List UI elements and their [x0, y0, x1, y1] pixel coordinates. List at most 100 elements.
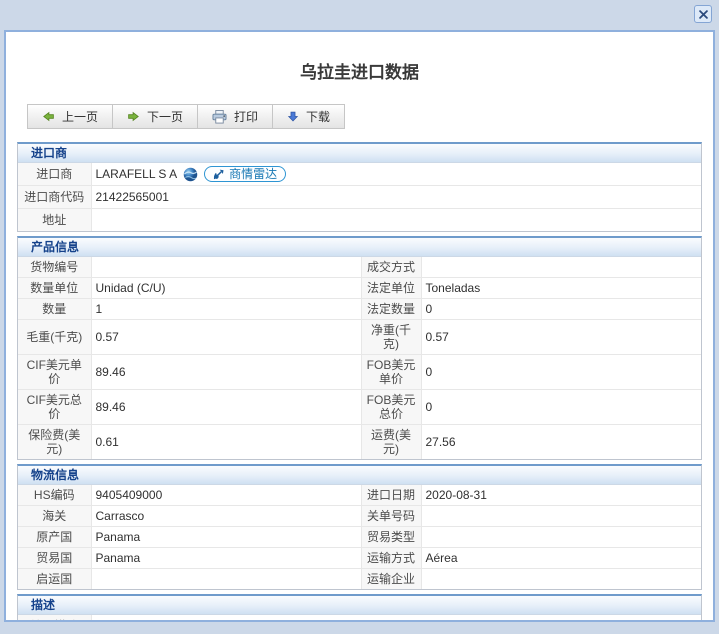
section-title-product-info: 产品信息	[18, 238, 701, 257]
field-value: 27.56	[421, 425, 701, 460]
field-value: 0	[421, 390, 701, 425]
table-row: 地址	[18, 209, 701, 232]
field-label: 运费(美元)	[361, 425, 421, 460]
field-label: 进口日期	[361, 485, 421, 506]
field-value: 1	[91, 299, 361, 320]
field-label: 启运国	[18, 569, 91, 590]
download-button[interactable]: 下载	[272, 104, 345, 129]
field-label: 净重(千克)	[361, 320, 421, 355]
table-row: 进口商代码 21422565001	[18, 186, 701, 209]
page-title: 乌拉圭进口数据	[6, 58, 713, 78]
window-titlebar	[0, 0, 719, 30]
field-label: 成交方式	[361, 257, 421, 278]
close-icon	[699, 10, 708, 19]
field-value	[91, 615, 701, 622]
table-row: 进口商 LARAFELL S A 商情雷达	[18, 163, 701, 186]
table-row: 原产国Panama贸易类型	[18, 527, 701, 548]
arrow-right-icon	[127, 110, 140, 123]
field-label: CIF美元单价	[18, 355, 91, 390]
table-row: CIF美元总价89.46FOB美元总价0	[18, 390, 701, 425]
field-value: LARAFELL S A 商情雷达	[91, 163, 701, 186]
field-value: 0.61	[91, 425, 361, 460]
field-value: 89.46	[91, 355, 361, 390]
field-label: 编码描述	[18, 615, 91, 622]
print-button[interactable]: 打印	[197, 104, 273, 129]
section-description: 描述编码描述 产品描述TIRAS LED	[17, 594, 702, 622]
table-row: 海关Carrasco关单号码	[18, 506, 701, 527]
field-value: 0	[421, 299, 701, 320]
field-label: 法定单位	[361, 278, 421, 299]
dialog-panel: 乌拉圭进口数据 上一页 下一页 打印	[4, 30, 715, 622]
field-label: 进口商	[18, 163, 91, 186]
field-value-text: LARAFELL S A	[96, 167, 178, 181]
table-row: 货物编号 成交方式	[18, 257, 701, 278]
field-value	[421, 506, 701, 527]
field-value: 9405409000	[91, 485, 361, 506]
business-radar-badge[interactable]: 商情雷达	[204, 166, 286, 182]
prev-page-button[interactable]: 上一页	[27, 104, 113, 129]
field-value: 2020-08-31	[421, 485, 701, 506]
table-row: 毛重(千克)0.57净重(千克)0.57	[18, 320, 701, 355]
field-value	[421, 527, 701, 548]
field-label: 关单号码	[361, 506, 421, 527]
field-label: 运输企业	[361, 569, 421, 590]
print-label: 打印	[234, 108, 258, 125]
field-value-text	[96, 619, 99, 622]
field-label: 海关	[18, 506, 91, 527]
field-value: 0	[421, 355, 701, 390]
download-label: 下载	[306, 108, 330, 125]
field-label: FOB美元单价	[361, 355, 421, 390]
field-label: 保险费(美元)	[18, 425, 91, 460]
field-value: 0.57	[421, 320, 701, 355]
field-label: 货物编号	[18, 257, 91, 278]
section-logistics-info: 物流信息HS编码9405409000进口日期2020-08-31海关Carras…	[17, 464, 702, 590]
sections-container: 进口商进口商 LARAFELL S A 商情雷达进口商代码 21422565001 地址…	[17, 142, 702, 622]
badge-label: 商情雷达	[229, 167, 277, 181]
field-label: 数量	[18, 299, 91, 320]
table-row: HS编码9405409000进口日期2020-08-31	[18, 485, 701, 506]
arrow-down-icon	[287, 110, 299, 123]
field-label: 法定数量	[361, 299, 421, 320]
section-importer: 进口商进口商 LARAFELL S A 商情雷达进口商代码 21422565001 地址	[17, 142, 702, 232]
next-page-button[interactable]: 下一页	[112, 104, 198, 129]
field-label: HS编码	[18, 485, 91, 506]
field-value-text: 21422565001	[96, 190, 169, 204]
section-title-importer: 进口商	[18, 144, 701, 163]
field-label: FOB美元总价	[361, 390, 421, 425]
toolbar: 上一页 下一页 打印 下载	[27, 104, 713, 129]
field-label: 进口商代码	[18, 186, 91, 209]
table-row: CIF美元单价89.46FOB美元单价0	[18, 355, 701, 390]
globe-icon[interactable]	[183, 167, 198, 182]
field-value	[91, 569, 361, 590]
table-row: 贸易国Panama运输方式Aérea	[18, 548, 701, 569]
arrow-left-icon	[42, 110, 55, 123]
radar-icon	[213, 168, 225, 180]
table-row: 启运国 运输企业	[18, 569, 701, 590]
field-value-text	[96, 213, 99, 227]
field-label: 原产国	[18, 527, 91, 548]
field-label: 贸易类型	[361, 527, 421, 548]
field-value: Aérea	[421, 548, 701, 569]
field-label: 运输方式	[361, 548, 421, 569]
field-value: 0.57	[91, 320, 361, 355]
field-value: Carrasco	[91, 506, 361, 527]
field-value: 21422565001	[91, 186, 701, 209]
printer-icon	[212, 110, 227, 124]
next-page-label: 下一页	[147, 108, 183, 125]
field-value	[421, 569, 701, 590]
section-title-description: 描述	[18, 596, 701, 615]
close-button[interactable]	[694, 5, 712, 23]
field-value: Panama	[91, 527, 361, 548]
field-value: 89.46	[91, 390, 361, 425]
prev-page-label: 上一页	[62, 108, 98, 125]
field-value: Unidad (C/U)	[91, 278, 361, 299]
field-value	[91, 257, 361, 278]
field-value: Panama	[91, 548, 361, 569]
field-value	[91, 209, 701, 232]
section-product-info: 产品信息货物编号 成交方式 数量单位Unidad (C/U)法定单位Tonela…	[17, 236, 702, 460]
field-label: 地址	[18, 209, 91, 232]
table-row: 保险费(美元)0.61运费(美元)27.56	[18, 425, 701, 460]
table-row: 编码描述	[18, 615, 701, 622]
field-value: Toneladas	[421, 278, 701, 299]
field-value	[421, 257, 701, 278]
